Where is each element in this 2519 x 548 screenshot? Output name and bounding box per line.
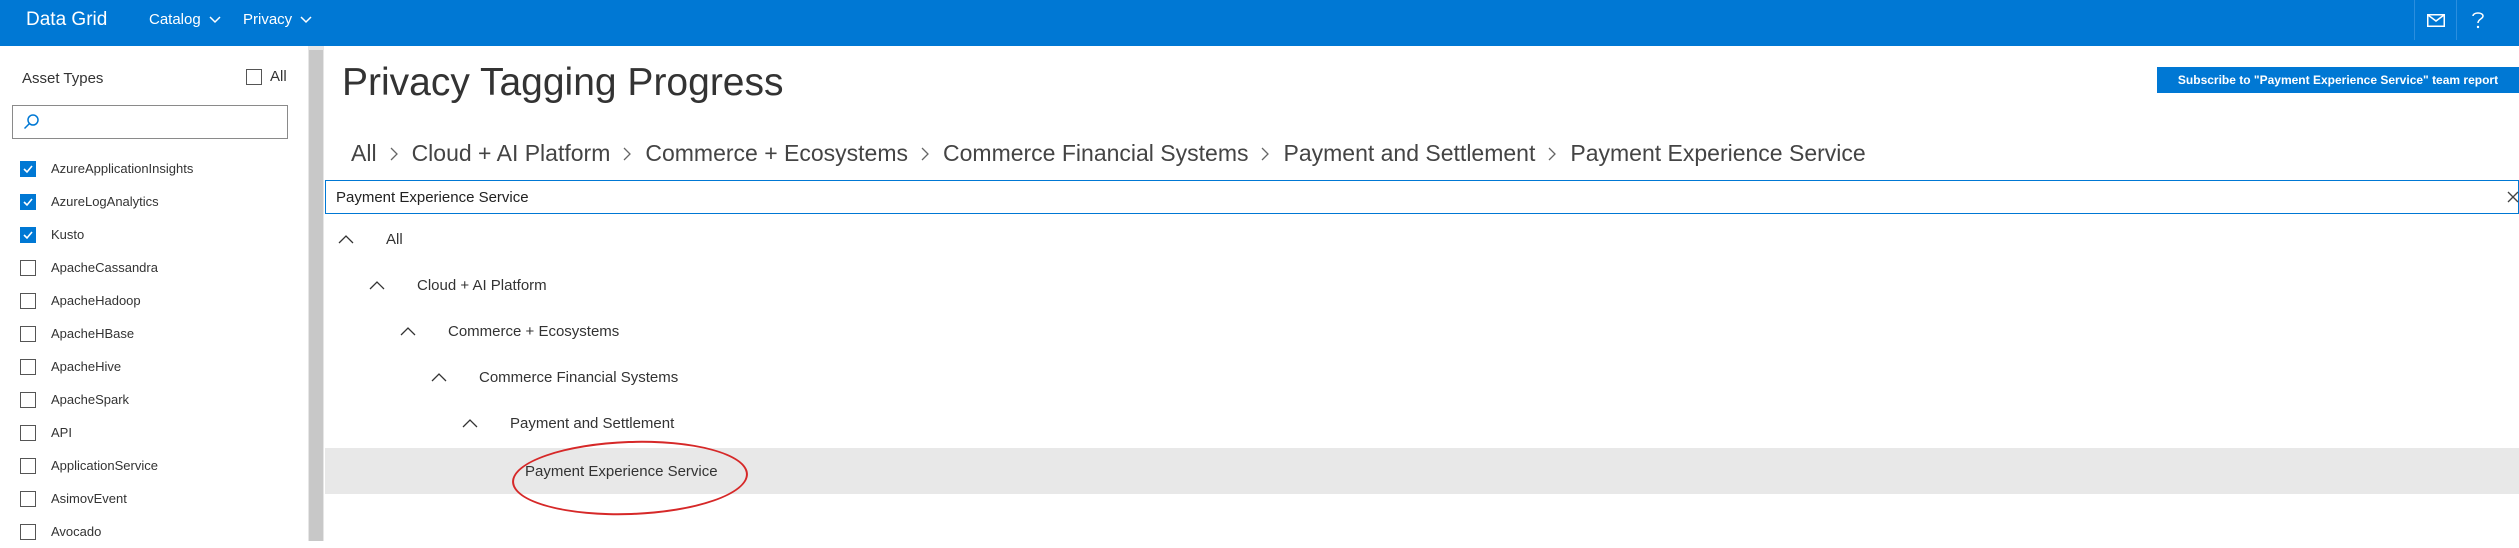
checkbox-unchecked[interactable] bbox=[20, 391, 36, 408]
chevron-up-icon[interactable] bbox=[431, 372, 463, 382]
checkbox-box[interactable] bbox=[246, 68, 262, 85]
checkbox-unchecked[interactable] bbox=[20, 424, 36, 441]
asset-type-item[interactable]: ApacheHadoop bbox=[20, 284, 193, 317]
asset-type-label: AzureLogAnalytics bbox=[51, 194, 159, 209]
breadcrumb-item[interactable]: Payment Experience Service bbox=[1570, 140, 1865, 167]
asset-type-label: ApacheSpark bbox=[51, 392, 130, 407]
checkbox-unchecked[interactable] bbox=[20, 358, 36, 375]
asset-type-label: API bbox=[51, 425, 72, 440]
asset-type-item[interactable]: ApplicationService bbox=[20, 449, 193, 482]
chevron-down-icon bbox=[300, 16, 312, 24]
asset-type-label: Avocado bbox=[51, 524, 102, 539]
tree-node[interactable]: Commerce + Ecosystems bbox=[400, 308, 619, 354]
tree-node[interactable]: Commerce Financial Systems bbox=[431, 354, 678, 400]
checkbox-unchecked[interactable] bbox=[20, 259, 36, 276]
asset-type-item[interactable]: AzureLogAnalytics bbox=[20, 185, 193, 218]
checkbox-unchecked[interactable] bbox=[20, 325, 36, 342]
tree-node-label: All bbox=[386, 230, 403, 248]
filter-input[interactable]: Payment Experience Service bbox=[325, 180, 2519, 214]
chevron-up-icon[interactable] bbox=[400, 326, 432, 336]
select-all-label: All bbox=[270, 68, 287, 85]
asset-type-label: ApacheHadoop bbox=[51, 293, 141, 308]
asset-type-label: ApplicationService bbox=[51, 458, 158, 473]
checkmark-icon bbox=[23, 164, 33, 173]
select-all-checkbox[interactable]: All bbox=[246, 68, 287, 85]
breadcrumb-item[interactable]: Cloud + AI Platform bbox=[412, 140, 611, 167]
chevron-right-icon bbox=[1261, 147, 1270, 161]
asset-type-item[interactable]: API bbox=[20, 416, 193, 449]
checkbox-unchecked[interactable] bbox=[20, 457, 36, 474]
chevron-right-icon bbox=[921, 147, 930, 161]
chevron-up-icon[interactable] bbox=[462, 418, 494, 428]
menu-catalog-label: Catalog bbox=[149, 11, 201, 28]
asset-type-label: AzureApplicationInsights bbox=[51, 161, 194, 176]
chevron-up-icon[interactable] bbox=[369, 280, 401, 290]
checkbox-unchecked[interactable] bbox=[20, 292, 36, 309]
search-icon bbox=[23, 114, 39, 130]
asset-type-item[interactable]: ApacheCassandra bbox=[20, 251, 193, 284]
tree-node-label: Commerce Financial Systems bbox=[479, 368, 679, 386]
help-icon[interactable] bbox=[2456, 0, 2499, 40]
asset-type-label: ApacheHBase bbox=[51, 326, 135, 341]
checkbox-unchecked[interactable] bbox=[20, 490, 36, 507]
menu-privacy[interactable]: Privacy bbox=[243, 0, 312, 40]
tree-node[interactable]: Cloud + AI Platform bbox=[369, 262, 547, 308]
tree-node[interactable]: Payment and Settlement bbox=[462, 400, 674, 446]
asset-type-item[interactable]: AsimovEvent bbox=[20, 482, 193, 515]
checkbox-checked[interactable] bbox=[20, 160, 36, 177]
breadcrumb-item[interactable]: All bbox=[351, 140, 377, 167]
asset-type-item[interactable]: ApacheHive bbox=[20, 350, 193, 383]
chevron-down-icon bbox=[209, 16, 221, 24]
chevron-right-icon bbox=[623, 147, 632, 161]
breadcrumb-item[interactable]: Commerce Financial Systems bbox=[943, 140, 1248, 167]
asset-type-list: AzureApplicationInsights AzureLogAnalytic… bbox=[20, 152, 193, 548]
sidebar-scrollbar-thumb[interactable] bbox=[309, 50, 323, 541]
asset-type-item[interactable]: AzureApplicationInsights bbox=[20, 152, 193, 185]
tree-node[interactable]: All bbox=[338, 216, 403, 262]
menu-catalog[interactable]: Catalog bbox=[149, 0, 221, 40]
clear-icon[interactable] bbox=[2506, 190, 2519, 204]
menu-privacy-label: Privacy bbox=[243, 11, 293, 28]
asset-type-label: AsimovEvent bbox=[51, 491, 127, 506]
checkbox-checked[interactable] bbox=[20, 226, 36, 243]
chevron-right-icon bbox=[390, 147, 399, 161]
asset-type-label: ApacheHive bbox=[51, 359, 122, 374]
asset-types-sidebar: Asset Types All AzureApplicationInsights… bbox=[0, 46, 308, 541]
sidebar-title: Asset Types bbox=[22, 70, 104, 87]
asset-search-input[interactable] bbox=[12, 105, 288, 139]
asset-type-label: Kusto bbox=[51, 227, 85, 242]
subscribe-button[interactable]: Subscribe to "Payment Experience Service… bbox=[2157, 67, 2519, 93]
mail-icon[interactable] bbox=[2414, 0, 2457, 40]
checkmark-icon bbox=[23, 230, 33, 239]
top-bar: Data Grid Catalog Privacy bbox=[0, 0, 2519, 46]
filter-input-value: Payment Experience Service bbox=[336, 189, 529, 206]
page-title: Privacy Tagging Progress bbox=[342, 61, 784, 104]
checkmark-icon bbox=[23, 197, 33, 206]
breadcrumb-item[interactable]: Commerce + Ecosystems bbox=[645, 140, 908, 167]
checkbox-checked[interactable] bbox=[20, 193, 36, 210]
asset-type-item[interactable]: Kusto bbox=[20, 218, 193, 251]
tree-node-label: Commerce + Ecosystems bbox=[448, 322, 620, 340]
chevron-up-icon[interactable] bbox=[338, 234, 370, 244]
breadcrumb: All Cloud + AI Platform Commerce + Ecosyst… bbox=[351, 140, 1866, 167]
asset-type-item[interactable]: ApacheSpark bbox=[20, 383, 193, 416]
asset-type-label: ApacheCassandra bbox=[51, 260, 158, 275]
tree-node-label: Cloud + AI Platform bbox=[417, 276, 547, 294]
checkbox-unchecked[interactable] bbox=[20, 523, 36, 540]
breadcrumb-item[interactable]: Payment and Settlement bbox=[1283, 140, 1535, 167]
asset-type-item[interactable]: Avocado bbox=[20, 515, 193, 548]
tree-node-label: Payment and Settlement bbox=[510, 414, 675, 432]
app-brand[interactable]: Data Grid bbox=[26, 0, 107, 40]
asset-type-item[interactable]: ApacheHBase bbox=[20, 317, 193, 350]
chevron-right-icon bbox=[1548, 147, 1557, 161]
